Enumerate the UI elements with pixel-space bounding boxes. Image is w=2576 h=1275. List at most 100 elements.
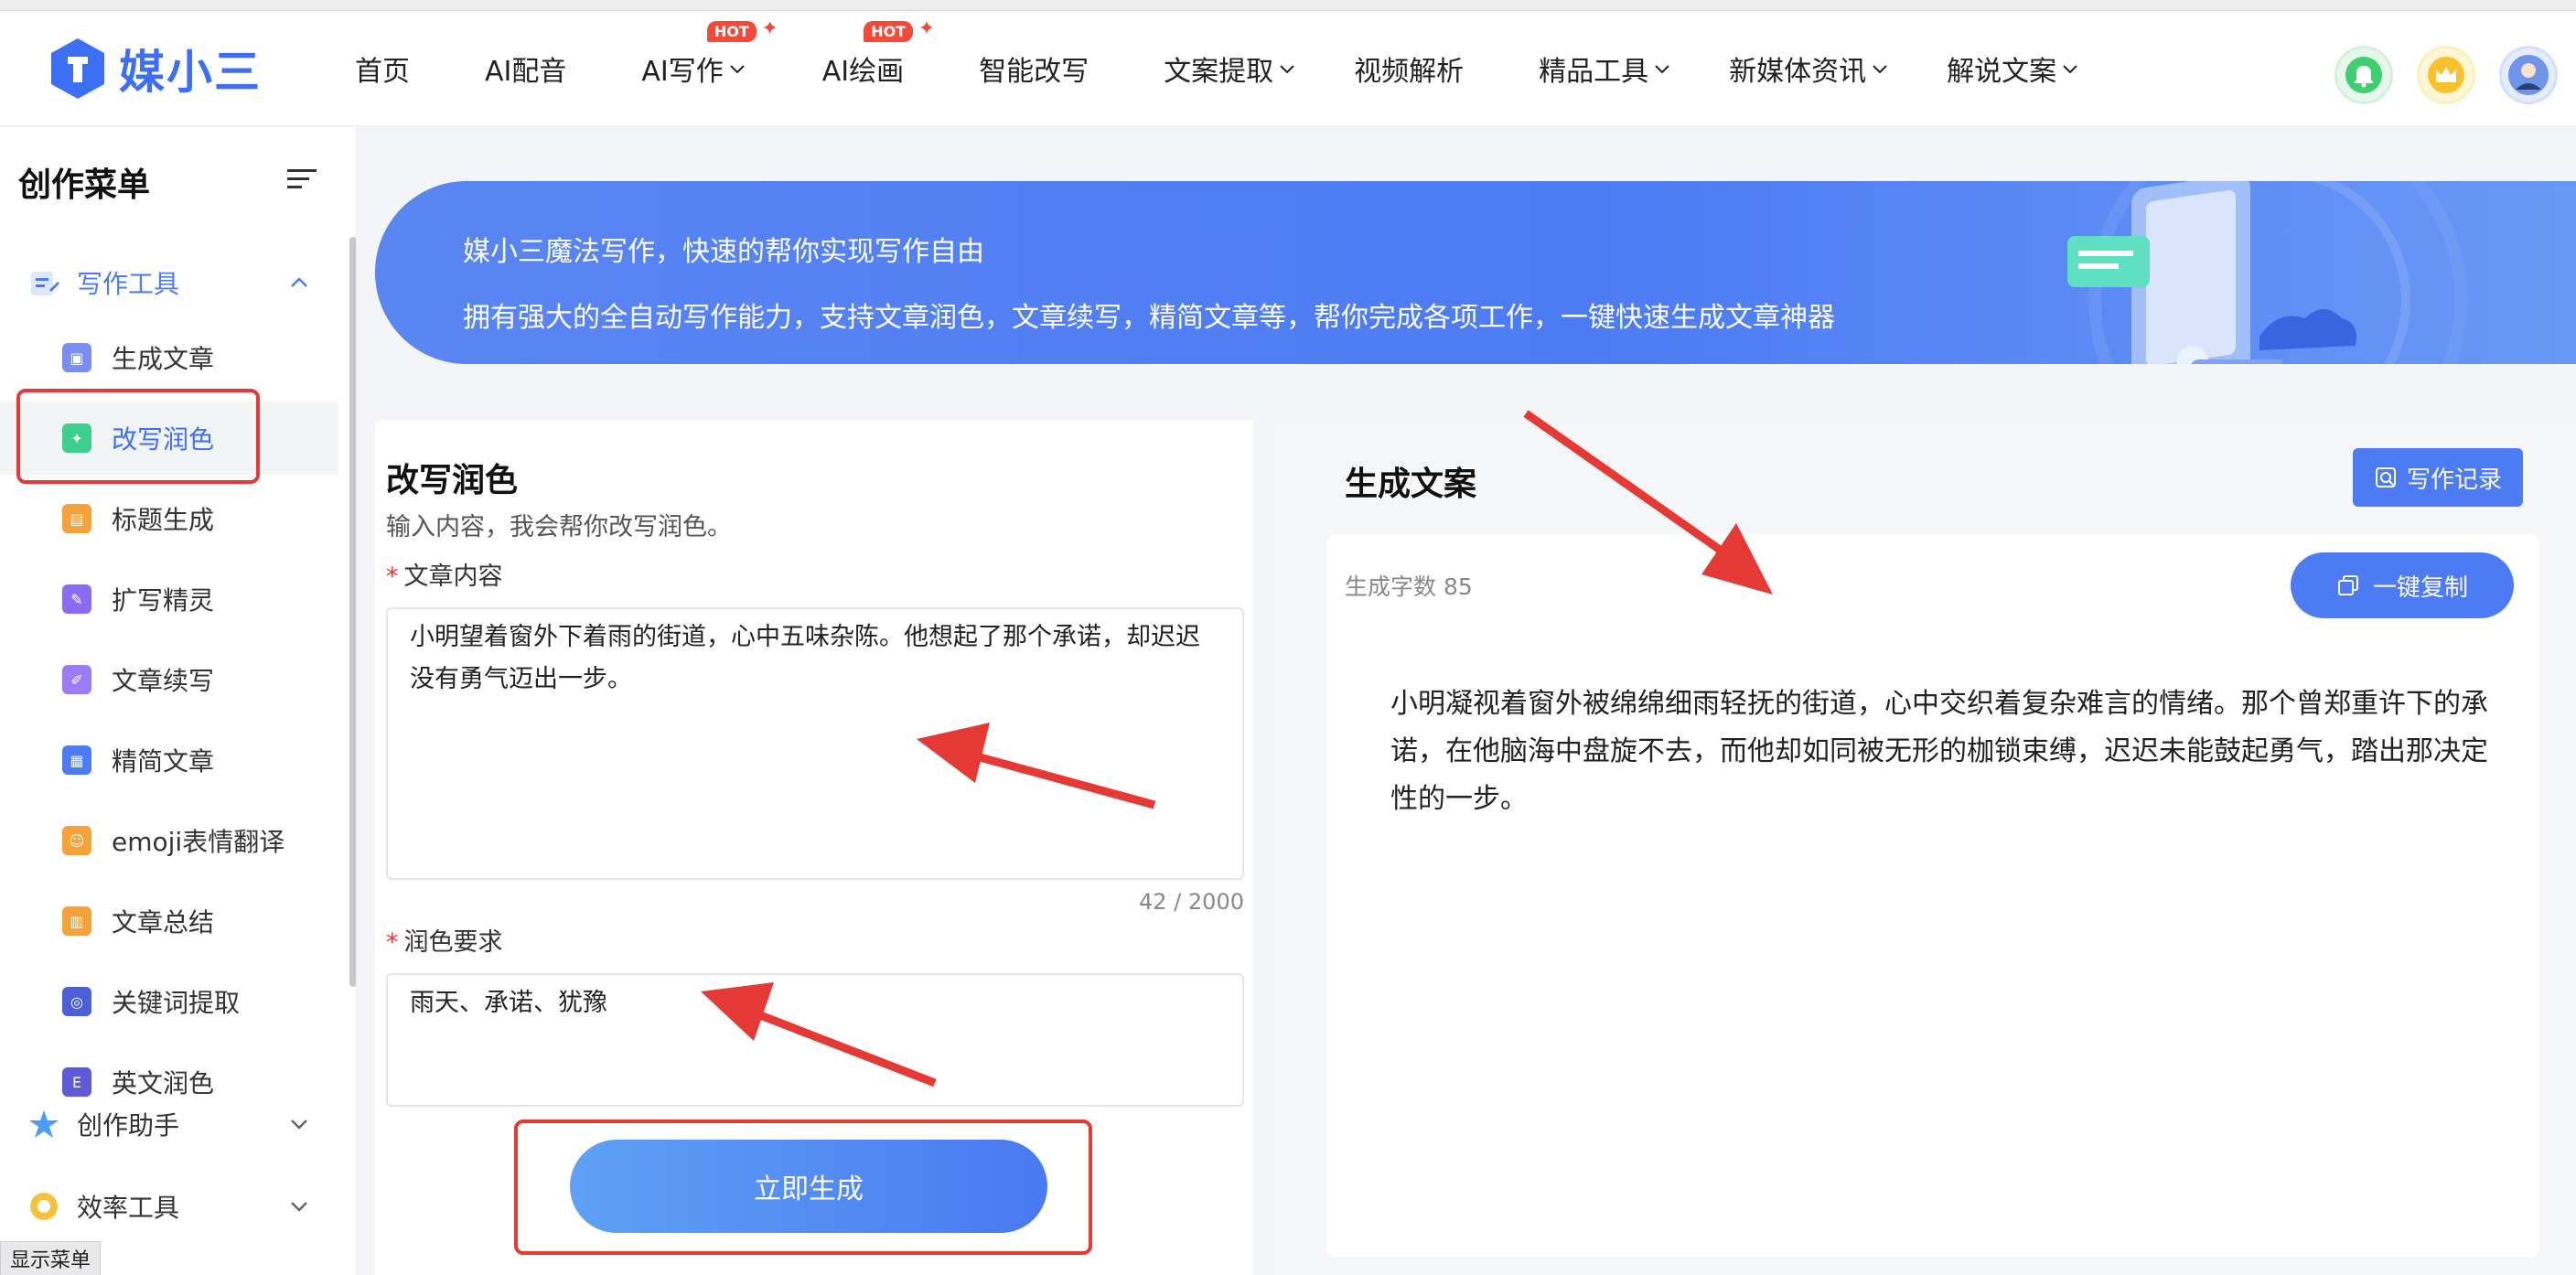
bell-icon xyxy=(2345,57,2382,93)
sidebar-item[interactable]: ✐ 文章续写 xyxy=(0,643,338,716)
efficiency-icon xyxy=(30,1193,58,1220)
banner-headline: 媒小三魔法写作，快速的帮你实现写作自由 xyxy=(463,236,984,268)
collapse-menu-icon[interactable] xyxy=(285,166,318,193)
main-nav: 首页 AI配音 AI写作 HOT ✦ AI绘画 HOT ✦ 智能改写 文案提取 … xyxy=(355,11,2080,126)
nav-item-ai-writing[interactable]: AI写作 HOT ✦ xyxy=(641,17,778,89)
sidebar-group-label: 创作助手 xyxy=(77,1110,180,1141)
nav-label: AI配音 xyxy=(485,56,567,88)
sidebar: 创作菜单 写作工具 ▣ 生成文章 ✦ 改写润色 ▤ 标题生成 ✎ 扩写精灵 ✐ 文章续写 ▦ 精简文章… xyxy=(0,127,357,1275)
sidebar-item[interactable]: ▣ 生成文章 xyxy=(0,321,338,394)
user-avatar-icon xyxy=(2508,55,2549,95)
copy-all-button[interactable]: 一键复制 xyxy=(2291,552,2514,618)
sidebar-group-creation-assistant[interactable]: 创作助手 xyxy=(0,1088,338,1161)
sparkle-icon: ✦ xyxy=(918,17,936,40)
hero-banner: 媒小三魔法写作，快速的帮你实现写作自由 拥有强大的全自动写作能力，支持文章润色，… xyxy=(375,181,2576,364)
nav-label: 新媒体资讯 xyxy=(1729,56,1867,88)
output-title: 生成文案 xyxy=(1345,466,1477,503)
sidebar-group-label: 写作工具 xyxy=(77,269,180,299)
copy-icon xyxy=(2337,575,2358,595)
sidebar-group-label: 效率工具 xyxy=(77,1193,180,1223)
nav-item-ai-painting[interactable]: AI绘画 HOT ✦ xyxy=(822,17,935,89)
polish-requirement-textarea[interactable]: 雨天、承诺、犹豫 xyxy=(386,973,1244,1107)
sidebar-item-label: 标题生成 xyxy=(112,505,215,535)
vip-button[interactable] xyxy=(2417,46,2475,104)
header-actions xyxy=(2311,46,2558,104)
target-icon: ◎ xyxy=(62,987,91,1016)
pen-icon: ✐ xyxy=(62,665,91,694)
chevron-down-icon xyxy=(291,1202,307,1212)
button-label: 一键复制 xyxy=(2372,573,2468,602)
chevron-down-icon xyxy=(730,65,745,74)
article-content-label: * 文章内容 xyxy=(386,556,503,592)
nav-label: 智能改写 xyxy=(979,56,1089,88)
avatar[interactable] xyxy=(2499,46,2558,104)
field-label-text: 文章内容 xyxy=(403,562,503,591)
sidebar-item-label: 关键词提取 xyxy=(112,988,241,1018)
nav-item-home[interactable]: 首页 xyxy=(355,48,410,89)
notification-button[interactable] xyxy=(2334,46,2393,104)
sidebar-item[interactable]: ✎ 扩写精灵 xyxy=(0,562,338,636)
sidebar-group-writing-tools[interactable]: 写作工具 xyxy=(0,246,338,319)
banner-description: 拥有强大的全自动写作能力，支持文章润色，文章续写，精简文章等，帮你完成各项工作，… xyxy=(463,302,1835,334)
rewrite-form-panel: 改写润色 输入内容，我会帮你改写润色。 * 文章内容 小明望着窗外下着雨的街道，心… xyxy=(375,421,1253,1275)
show-menu-tooltip: 显示菜单 xyxy=(0,1241,102,1275)
field-label-text: 润色要求 xyxy=(403,928,503,957)
nav-item-media-news[interactable]: 新媒体资讯 xyxy=(1729,48,1890,89)
summary-icon: ▥ xyxy=(62,906,91,936)
nav-item-smart-rewrite[interactable]: 智能改写 xyxy=(979,48,1089,89)
nav-item-video-parse[interactable]: 视频解析 xyxy=(1354,48,1464,89)
sidebar-item-label: 精简文章 xyxy=(112,746,215,777)
polish-requirement-label: * 润色要求 xyxy=(386,922,503,958)
sidebar-item[interactable]: ◎ 关键词提取 xyxy=(0,965,338,1038)
browser-tab-strip xyxy=(0,0,2576,11)
required-marker: * xyxy=(386,928,399,957)
page: 媒小三 首页 AI配音 AI写作 HOT ✦ AI绘画 HOT ✦ 智能改写 文… xyxy=(0,0,2576,1275)
sidebar-item-label: 生成文章 xyxy=(112,344,215,374)
star-icon xyxy=(29,1110,59,1138)
nav-item-ai-dubbing[interactable]: AI配音 xyxy=(485,48,566,89)
nav-item-commentary-copy[interactable]: 解说文案 xyxy=(1947,48,2080,89)
sidebar-item-label: 文章总结 xyxy=(112,907,215,938)
output-card: 生成字数 85 一键复制 小明凝视着窗外被绵绵细雨轻抚的街道，心中交织着复杂难言… xyxy=(1326,534,2539,1257)
doc-icon: ▤ xyxy=(62,504,91,533)
sidebar-item-label: 扩写精灵 xyxy=(112,585,215,616)
nav-label: 精品工具 xyxy=(1539,56,1649,88)
top-header: 媒小三 首页 AI配音 AI写作 HOT ✦ AI绘画 HOT ✦ 智能改写 文… xyxy=(0,11,2576,126)
sidebar-item-label: 文章续写 xyxy=(112,666,215,696)
scan-icon: ▣ xyxy=(62,343,91,372)
article-content-textarea[interactable]: 小明望着窗外下着雨的街道，心中五味杂陈。他想起了那个承诺，却迟迟没有勇气迈出一步… xyxy=(386,607,1244,880)
grid-icon: ▦ xyxy=(62,745,91,775)
hot-badge: HOT xyxy=(706,21,757,42)
chevron-down-icon xyxy=(1655,65,1669,74)
sparkle-icon: ✦ xyxy=(761,17,778,40)
button-label: 写作记录 xyxy=(2406,466,2502,494)
generate-button[interactable]: 立即生成 xyxy=(570,1140,1047,1233)
nav-item-premium-tools[interactable]: 精品工具 xyxy=(1539,48,1672,89)
emoji-icon: ☺ xyxy=(62,826,91,855)
history-icon xyxy=(2375,467,2396,488)
sidebar-item[interactable]: ▤ 标题生成 xyxy=(0,482,338,555)
output-panel: 生成文案 写作记录 生成字数 85 一键复制 小明凝视着窗外被绵绵细雨轻抚的街道… xyxy=(1272,421,2576,1275)
nav-label: AI写作 xyxy=(641,56,724,88)
writing-history-button[interactable]: 写作记录 xyxy=(2353,448,2523,507)
nav-label: 解说文案 xyxy=(1947,56,2057,88)
writing-tools-icon xyxy=(31,272,59,295)
chevron-down-icon xyxy=(291,1120,307,1130)
sidebar-item[interactable]: ☺ emoji表情翻译 xyxy=(0,804,338,877)
form-title: 改写润色 xyxy=(386,462,519,499)
sidebar-item[interactable]: ▥ 文章总结 xyxy=(0,884,338,958)
sidebar-group-efficiency-tools[interactable]: 效率工具 xyxy=(0,1170,338,1243)
nav-label: 文案提取 xyxy=(1164,56,1274,88)
generated-text[interactable]: 小明凝视着窗外被绵绵细雨轻抚的街道，心中交织着复杂难言的情绪。那个曾郑重许下的承… xyxy=(1390,680,2506,823)
chevron-down-icon xyxy=(2063,65,2077,74)
hot-badge: HOT xyxy=(864,21,914,42)
crown-icon xyxy=(2428,57,2464,93)
chevron-down-icon xyxy=(1873,65,1887,74)
sidebar-item[interactable]: ▦ 精简文章 xyxy=(0,723,338,797)
nav-item-copy-extract[interactable]: 文案提取 xyxy=(1164,48,1297,89)
annotation-highlight-box xyxy=(16,389,260,484)
brand-name: 媒小三 xyxy=(119,46,262,99)
logo[interactable]: 媒小三 xyxy=(48,37,262,101)
sidebar-scrollbar[interactable] xyxy=(349,237,356,987)
chevron-down-icon xyxy=(1280,65,1294,74)
